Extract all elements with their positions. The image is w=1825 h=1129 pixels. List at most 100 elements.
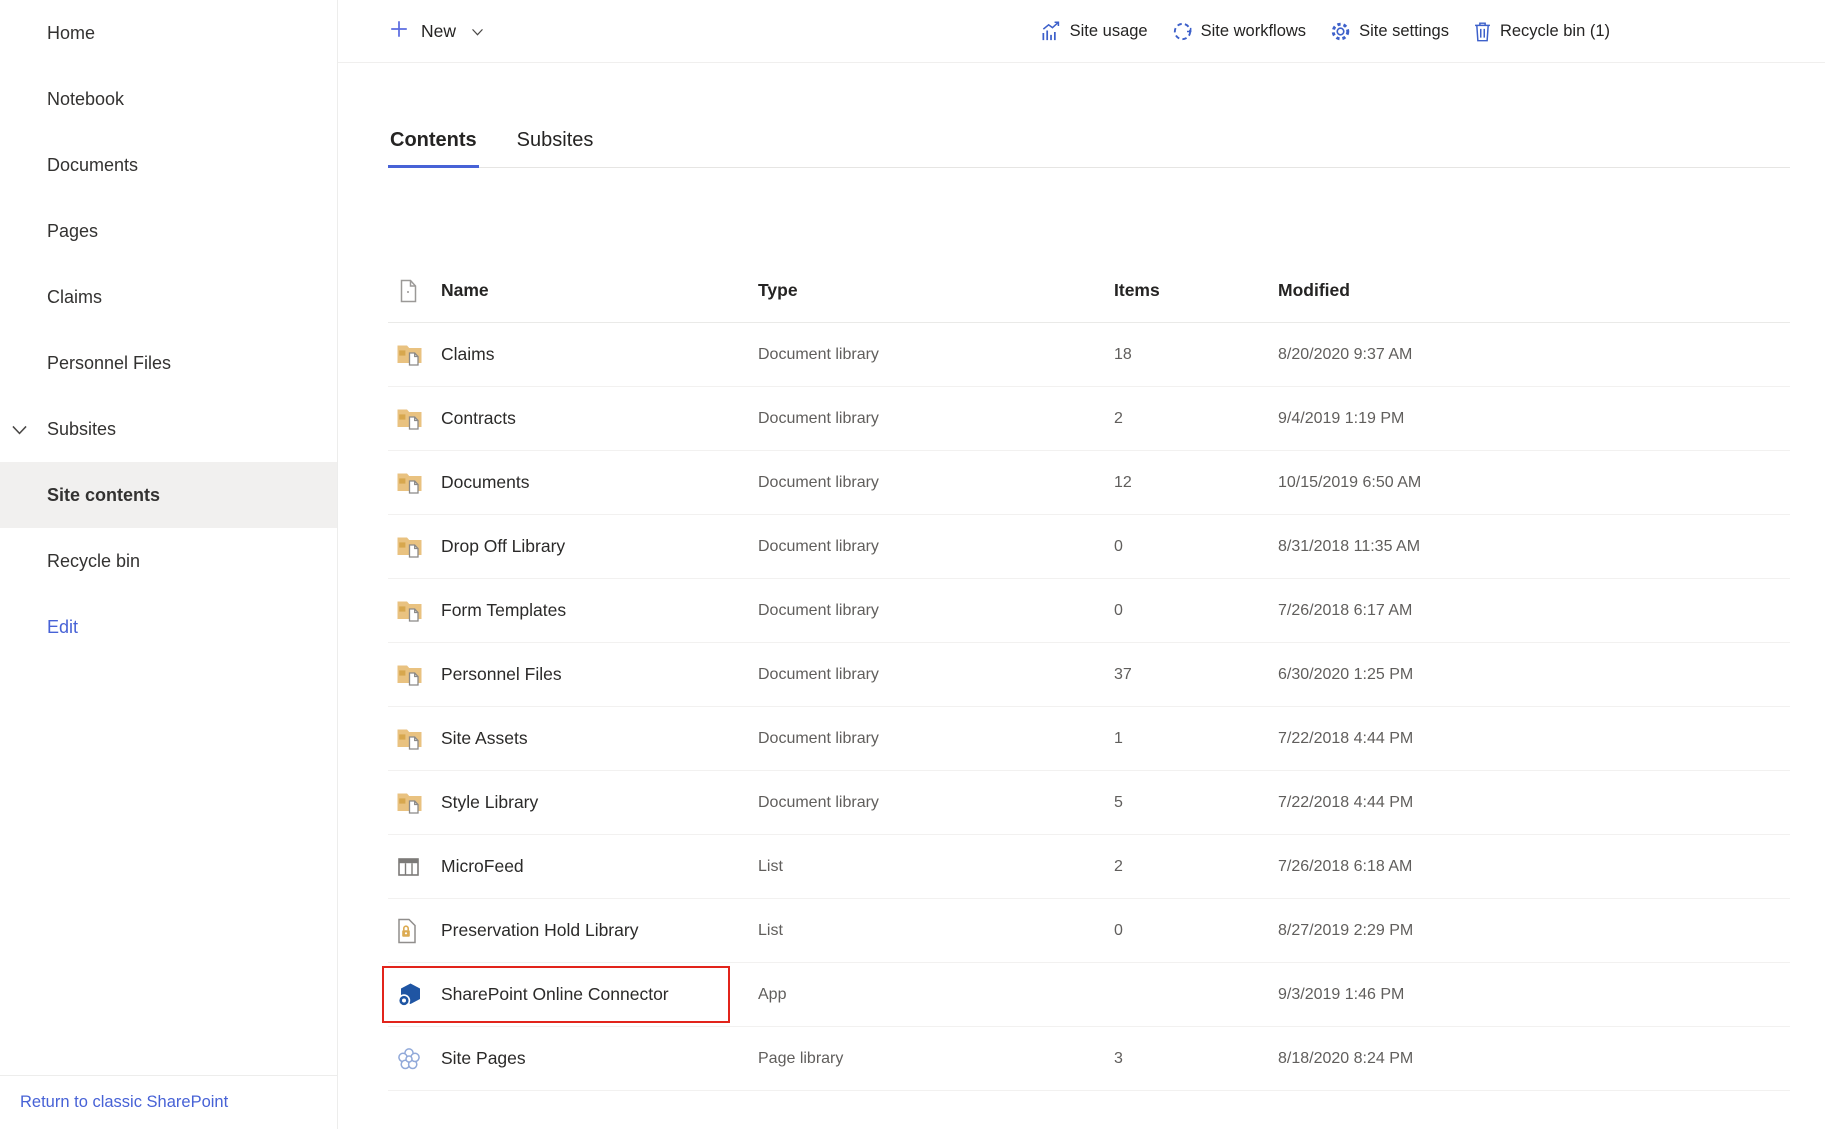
row-name[interactable]: Preservation Hold Library [441, 920, 758, 941]
document-library-icon [396, 406, 441, 431]
sidebar-item-label: Site contents [47, 485, 160, 506]
table-row[interactable]: MicroFeed List 2 7/26/2018 6:18 AM [388, 835, 1790, 899]
new-button[interactable]: New [388, 18, 486, 45]
recycle-bin-icon [1472, 20, 1493, 43]
row-items: 5 [1114, 794, 1278, 812]
recycle-bin-1-button[interactable]: Recycle bin (1) [1470, 20, 1612, 43]
column-header-modified[interactable]: Modified [1278, 280, 1790, 301]
row-modified: 8/20/2020 9:37 AM [1278, 346, 1790, 364]
table-row[interactable]: Site Pages Page library 3 8/18/2020 8:24… [388, 1027, 1790, 1091]
sidebar-footer: Return to classic SharePoint [0, 1075, 337, 1129]
site-contents-page: Home Notebook Documents Pages Claims Per… [0, 0, 1825, 1129]
row-modified: 7/26/2018 6:18 AM [1278, 858, 1790, 876]
row-items: 0 [1114, 922, 1278, 940]
document-library-icon [396, 790, 441, 815]
row-type: App [758, 986, 1114, 1004]
sidebar-item-label: Notebook [47, 89, 124, 110]
column-header-type[interactable]: Type [758, 280, 1114, 301]
chevron-down-icon[interactable] [8, 418, 30, 440]
tabs: Contents Subsites [388, 129, 1790, 168]
sidebar-item-site-contents[interactable]: Site contents [0, 462, 337, 528]
row-name[interactable]: Contracts [441, 408, 758, 429]
sidebar-item-label: Home [47, 23, 95, 44]
sidebar-item-label: Recycle bin [47, 551, 140, 572]
sidebar-item-documents[interactable]: Documents [0, 132, 337, 198]
row-modified: 8/18/2020 8:24 PM [1278, 1050, 1790, 1068]
sidebar-item-edit[interactable]: Edit [0, 594, 337, 660]
row-name[interactable]: Site Pages [441, 1048, 758, 1069]
document-library-icon [396, 470, 441, 495]
page-library-icon [396, 1046, 441, 1072]
table-row[interactable]: Claims Document library 18 8/20/2020 9:3… [388, 323, 1790, 387]
row-modified: 7/26/2018 6:17 AM [1278, 602, 1790, 620]
sidebar-item-notebook[interactable]: Notebook [0, 66, 337, 132]
site-workflows-icon [1171, 20, 1194, 43]
row-type: Document library [758, 410, 1114, 428]
row-items: 2 [1114, 410, 1278, 428]
table-row[interactable]: Preservation Hold Library List 0 8/27/20… [388, 899, 1790, 963]
table-row[interactable]: Site Assets Document library 1 7/22/2018… [388, 707, 1790, 771]
return-to-classic-link[interactable]: Return to classic SharePoint [20, 1093, 228, 1112]
table-row[interactable]: SharePoint Online Connector App 9/3/2019… [388, 963, 1790, 1027]
sidebar-item-label: Pages [47, 221, 98, 242]
table-row[interactable]: Form Templates Document library 0 7/26/2… [388, 579, 1790, 643]
action-label: Site workflows [1201, 22, 1306, 41]
table-row[interactable]: Contracts Document library 2 9/4/2019 1:… [388, 387, 1790, 451]
row-name[interactable]: Form Templates [441, 600, 758, 621]
command-bar-actions: Site usage Site workflows Site settings … [1038, 20, 1612, 43]
row-modified: 10/15/2019 6:50 AM [1278, 474, 1790, 492]
command-bar: New Site usage Site workflows Site setti… [338, 0, 1825, 63]
row-items: 18 [1114, 346, 1278, 364]
row-type: List [758, 858, 1114, 876]
site-settings-icon [1329, 20, 1352, 43]
site-settings-button[interactable]: Site settings [1327, 20, 1451, 43]
sidebar-item-personnel-files[interactable]: Personnel Files [0, 330, 337, 396]
site-usage-button[interactable]: Site usage [1038, 20, 1150, 43]
site-workflows-button[interactable]: Site workflows [1169, 20, 1308, 43]
row-type: Document library [758, 474, 1114, 492]
row-name[interactable]: Drop Off Library [441, 536, 758, 557]
row-name[interactable]: Documents [441, 472, 758, 493]
row-name[interactable]: Style Library [441, 792, 758, 813]
row-name[interactable]: SharePoint Online Connector [441, 984, 758, 1005]
column-header-items[interactable]: Items [1114, 280, 1278, 301]
row-items: 1 [1114, 730, 1278, 748]
sidebar-item-recycle-bin[interactable]: Recycle bin [0, 528, 337, 594]
sidebar-item-pages[interactable]: Pages [0, 198, 337, 264]
sidebar-item-subsites[interactable]: Subsites [0, 396, 337, 462]
tab-subsites[interactable]: Subsites [515, 129, 596, 167]
document-library-icon [396, 342, 441, 367]
document-library-icon [396, 534, 441, 559]
row-type: Document library [758, 666, 1114, 684]
chevron-down-icon [469, 23, 486, 40]
row-items: 37 [1114, 666, 1278, 684]
table-row[interactable]: Drop Off Library Document library 0 8/31… [388, 515, 1790, 579]
row-modified: 7/22/2018 4:44 PM [1278, 794, 1790, 812]
sidebar-item-home[interactable]: Home [0, 0, 337, 66]
row-items: 12 [1114, 474, 1278, 492]
table-row[interactable]: Personnel Files Document library 37 6/30… [388, 643, 1790, 707]
document-library-icon [396, 662, 441, 687]
table-header: Name Type Items Modified [388, 259, 1790, 323]
row-type: Document library [758, 346, 1114, 364]
row-name[interactable]: Claims [441, 344, 758, 365]
sidebar-nav: Home Notebook Documents Pages Claims Per… [0, 0, 337, 660]
document-lock-icon [396, 918, 441, 944]
sidebar-item-label: Personnel Files [47, 353, 171, 374]
row-name[interactable]: MicroFeed [441, 856, 758, 877]
tab-contents[interactable]: Contents [388, 129, 479, 167]
row-type: Document library [758, 730, 1114, 748]
action-label: Site settings [1359, 22, 1449, 41]
contents-table: Name Type Items Modified Claims Document… [388, 259, 1790, 1091]
document-library-icon [396, 598, 441, 623]
main-content: New Site usage Site workflows Site setti… [338, 0, 1825, 1129]
sidebar-item-claims[interactable]: Claims [0, 264, 337, 330]
table-row[interactable]: Documents Document library 12 10/15/2019… [388, 451, 1790, 515]
table-row[interactable]: Style Library Document library 5 7/22/20… [388, 771, 1790, 835]
row-modified: 8/31/2018 11:35 AM [1278, 538, 1790, 556]
row-type: Document library [758, 602, 1114, 620]
column-header-name[interactable]: Name [441, 280, 758, 301]
row-modified: 8/27/2019 2:29 PM [1278, 922, 1790, 940]
row-name[interactable]: Personnel Files [441, 664, 758, 685]
row-name[interactable]: Site Assets [441, 728, 758, 749]
